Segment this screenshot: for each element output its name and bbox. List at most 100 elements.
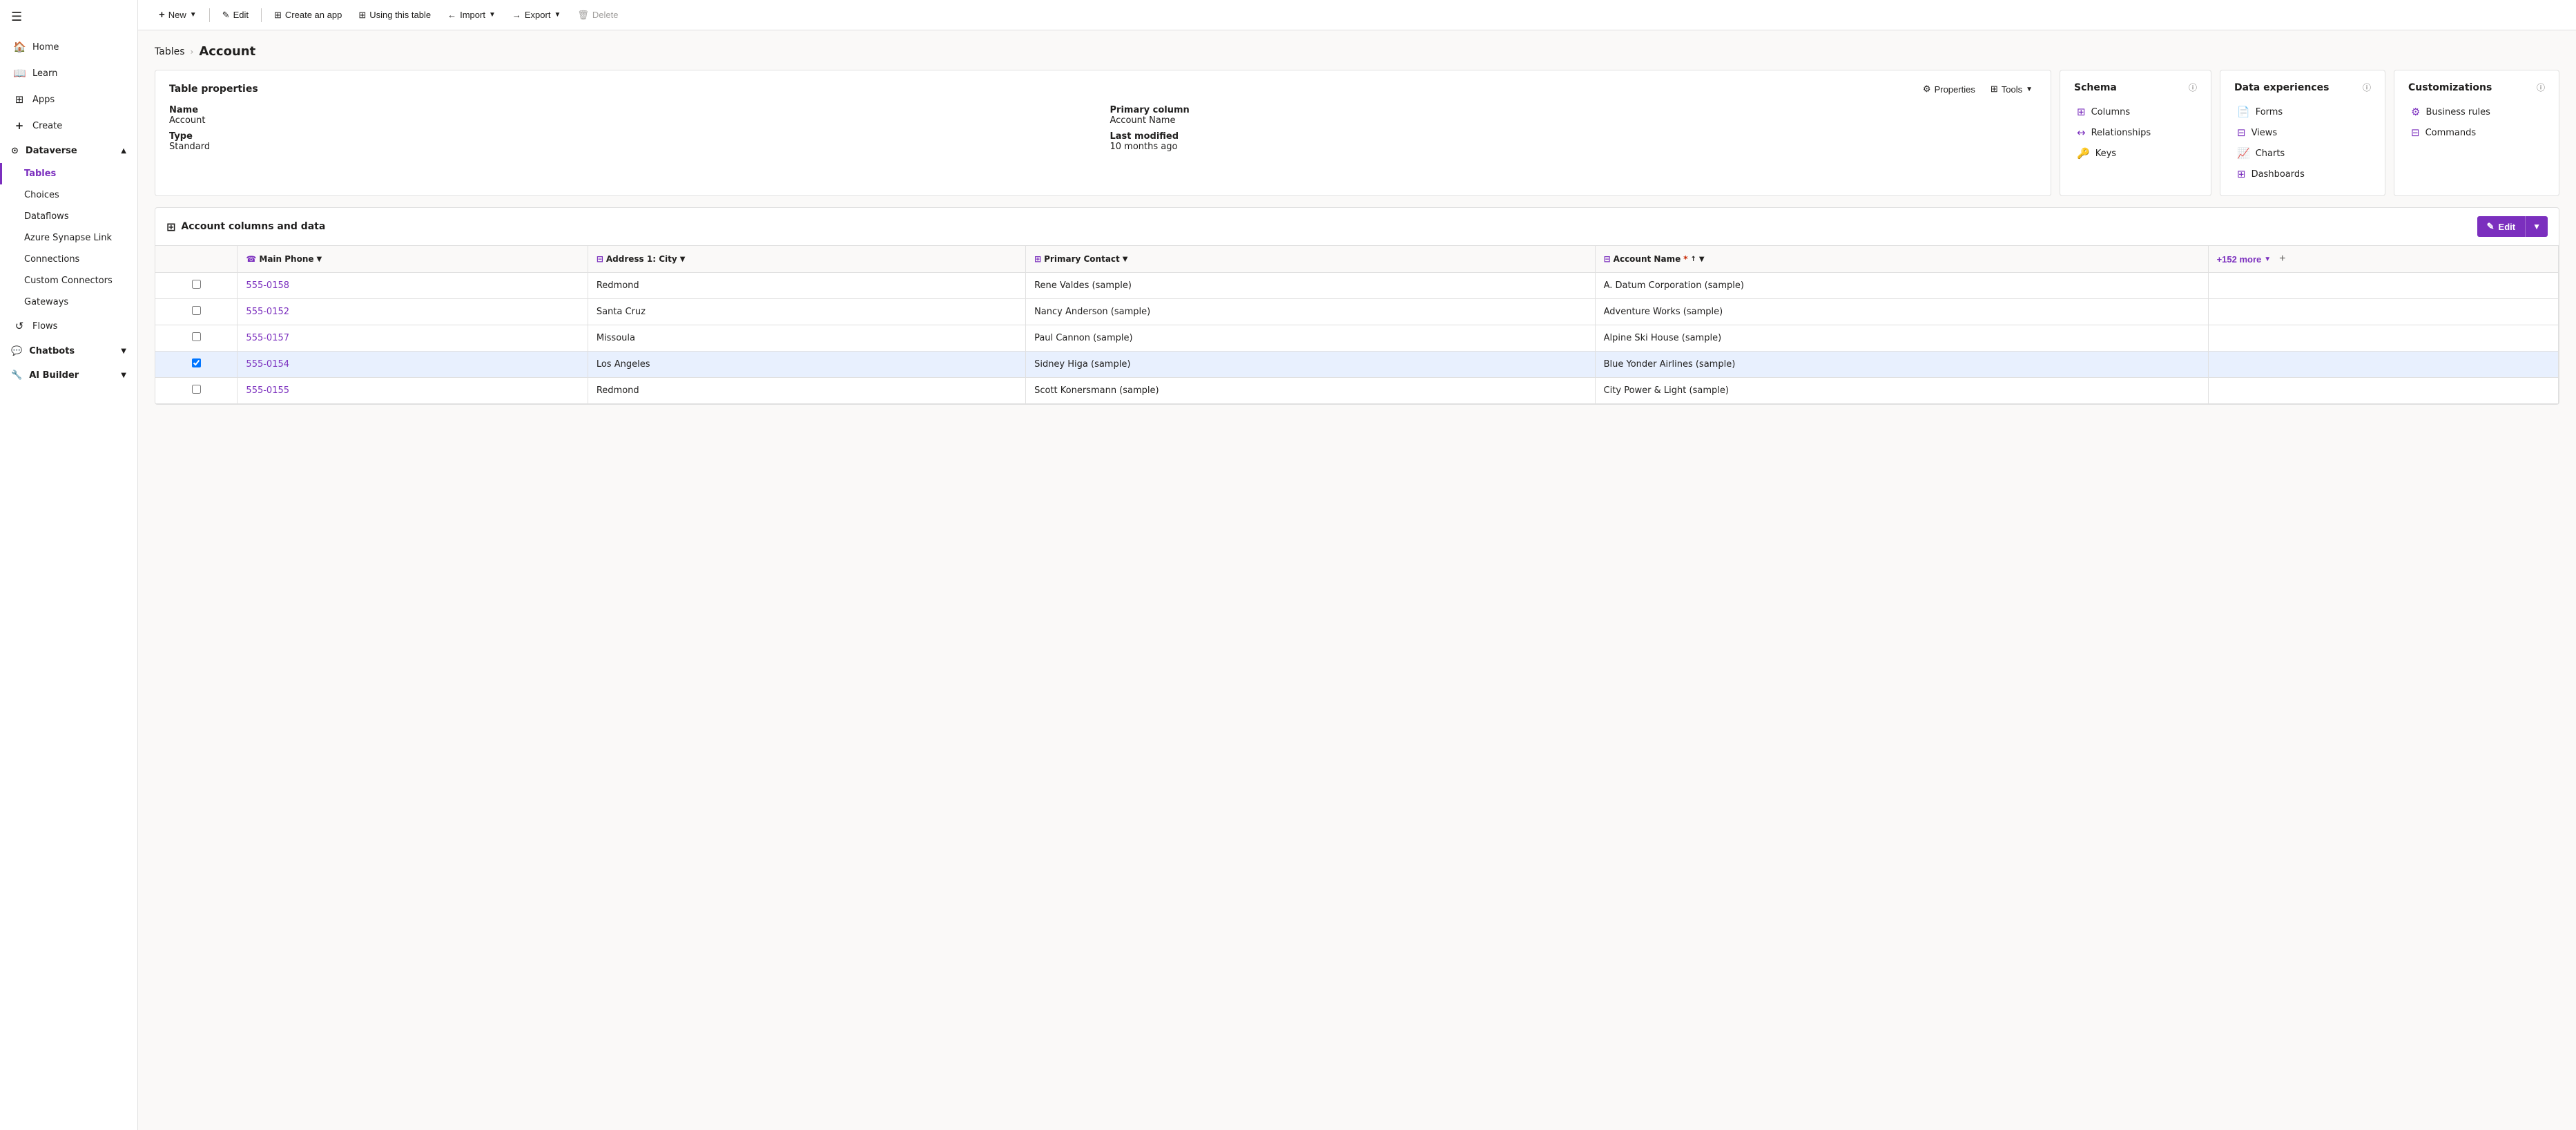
th-main-phone[interactable]: ☎ Main Phone ▼	[238, 246, 588, 273]
schema-link-relationships[interactable]: ↔ Relationships	[2074, 122, 2197, 143]
new-dropdown-icon: ▼	[190, 11, 197, 19]
sidebar-sub-item-dataflows[interactable]: Dataflows	[0, 206, 137, 227]
row-checkbox-cell[interactable]	[155, 325, 238, 352]
import-button[interactable]: ← Import ▼	[440, 6, 503, 23]
row-city: Los Angeles	[588, 352, 1025, 378]
using-this-table-button[interactable]: ⊞ Using this table	[351, 6, 438, 24]
custom-header: Customizations ⓘ	[2408, 82, 2545, 93]
sidebar-item-label: Learn	[32, 68, 57, 79]
row-checkbox-cell[interactable]	[155, 378, 238, 404]
sidebar-sub-item-tables[interactable]: Tables	[0, 163, 137, 184]
schema-link-columns[interactable]: ⊞ Columns	[2074, 102, 2197, 122]
sidebar-item-flows[interactable]: ↺ Flows	[0, 313, 137, 339]
data-exp-link-views[interactable]: ⊟ Views	[2234, 122, 2371, 143]
sidebar-sub-item-gateways[interactable]: Gateways	[0, 291, 137, 313]
account-data-section: ⊞ Account columns and data ✎ Edit ▼	[155, 207, 2559, 405]
row-main-phone[interactable]: 555-0158	[238, 273, 588, 299]
create-icon: +	[13, 119, 26, 132]
row-checkbox-cell[interactable]	[155, 352, 238, 378]
main-content: + New ▼ ✎ Edit ⊞ Create an app ⊞ Using t…	[138, 0, 2576, 1130]
row-checkbox-cell[interactable]	[155, 273, 238, 299]
row-primary-contact: Paul Cannon (sample)	[1026, 325, 1596, 352]
phone-link[interactable]: 555-0157	[246, 333, 289, 343]
views-label: Views	[2251, 128, 2278, 138]
edit-button[interactable]: ✎ Edit	[215, 6, 255, 24]
th-primary-contact[interactable]: ⊞ Primary Contact ▼	[1026, 246, 1596, 273]
add-column-button[interactable]: +	[2276, 253, 2288, 265]
row-main-phone[interactable]: 555-0155	[238, 378, 588, 404]
account-col-dropdown-icon[interactable]: ▼	[1699, 256, 1705, 263]
sidebar-sub-item-custom-connectors[interactable]: Custom Connectors	[0, 270, 137, 291]
custom-link-business-rules[interactable]: ⚙ Business rules	[2408, 102, 2545, 122]
row-checkbox[interactable]	[192, 358, 201, 367]
sidebar-item-ai-builder[interactable]: 🔧 AI Builder ▼	[0, 363, 137, 387]
last-modified-label: Last modified	[1110, 131, 2037, 142]
phone-link[interactable]: 555-0154	[246, 359, 289, 370]
custom-link-commands[interactable]: ⊟ Commands	[2408, 122, 2545, 143]
phone-col-dropdown-icon[interactable]: ▼	[317, 256, 322, 263]
views-icon: ⊟	[2237, 126, 2246, 139]
sidebar-sub-item-choices[interactable]: Choices	[0, 184, 137, 206]
using-this-table-label: Using this table	[369, 10, 431, 20]
phone-link[interactable]: 555-0155	[246, 385, 289, 396]
th-address-city[interactable]: ⊟ Address 1: City ▼	[588, 246, 1025, 273]
data-experiences-card: Data experiences ⓘ 📄 Forms ⊟ Views 📈 Cha…	[2220, 70, 2385, 196]
sidebar-item-learn[interactable]: 📖 Learn	[0, 60, 137, 86]
row-main-phone[interactable]: 555-0154	[238, 352, 588, 378]
th-account-name[interactable]: ⊟ Account Name * ↑ ▼	[1595, 246, 2208, 273]
custom-info-icon: ⓘ	[2537, 82, 2545, 93]
table-row: 555-0155RedmondScott Konersmann (sample)…	[155, 378, 2559, 404]
phone-col-label: Main Phone	[259, 254, 313, 264]
hamburger-button[interactable]: ☰	[0, 0, 137, 34]
phone-link[interactable]: 555-0158	[246, 280, 289, 291]
schema-link-keys[interactable]: 🔑 Keys	[2074, 143, 2197, 164]
sidebar-item-apps[interactable]: ⊞ Apps	[0, 86, 137, 113]
sidebar-sub-item-azure-synapse[interactable]: Azure Synapse Link	[0, 227, 137, 249]
table-edit-dropdown-button[interactable]: ▼	[2525, 216, 2548, 237]
sidebar-item-create[interactable]: + Create	[0, 113, 137, 139]
row-checkbox-cell[interactable]	[155, 299, 238, 325]
sidebar-item-home[interactable]: 🏠 Home	[0, 34, 137, 60]
row-checkbox[interactable]	[192, 280, 201, 289]
tools-button[interactable]: ⊞ Tools ▼	[1986, 82, 2037, 97]
th-more-cols: +152 more ▼ +	[2208, 246, 2558, 273]
data-exp-title: Data experiences	[2234, 82, 2329, 93]
azure-synapse-label: Azure Synapse Link	[24, 233, 112, 243]
city-col-dropdown-icon[interactable]: ▼	[680, 256, 686, 263]
row-account-name: Alpine Ski House (sample)	[1595, 325, 2208, 352]
breadcrumb-separator: ›	[191, 47, 194, 57]
create-app-button[interactable]: ⊞ Create an app	[267, 6, 349, 24]
new-button[interactable]: + New ▼	[152, 6, 204, 24]
th-checkbox	[155, 246, 238, 273]
data-exp-link-forms[interactable]: 📄 Forms	[2234, 102, 2371, 122]
sidebar-section-dataverse[interactable]: ⊙ Dataverse ▲	[0, 139, 137, 163]
create-app-icon: ⊞	[274, 10, 282, 21]
more-columns-button[interactable]: +152 more ▼	[2217, 254, 2272, 265]
sidebar-item-label: Home	[32, 42, 59, 52]
data-exp-link-dashboards[interactable]: ⊞ Dashboards	[2234, 164, 2371, 184]
breadcrumb: Tables › Account	[155, 44, 2559, 59]
export-button[interactable]: → Export ▼	[505, 6, 568, 23]
properties-button[interactable]: ⚙ Properties	[1919, 82, 1979, 97]
contact-col-dropdown-icon[interactable]: ▼	[1123, 256, 1128, 263]
table-header-row: ☎ Main Phone ▼ ⊟ Address 1: City ▼	[155, 246, 2559, 273]
row-main-phone[interactable]: 555-0152	[238, 299, 588, 325]
table-edit-button[interactable]: ✎ Edit	[2477, 216, 2525, 237]
row-account-name: City Power & Light (sample)	[1595, 378, 2208, 404]
data-exp-link-charts[interactable]: 📈 Charts	[2234, 143, 2371, 164]
phone-link[interactable]: 555-0152	[246, 307, 289, 317]
row-checkbox[interactable]	[192, 385, 201, 394]
row-city: Redmond	[588, 378, 1025, 404]
delete-button[interactable]: 🗑 Delete	[570, 6, 625, 24]
business-rules-label: Business rules	[2425, 107, 2490, 117]
chevron-down-icon-2: ▼	[121, 372, 126, 379]
sidebar-sub-item-connections[interactable]: Connections	[0, 249, 137, 270]
table-properties-card: Table properties ⚙ Properties ⊞ Tools ▼	[155, 70, 2051, 196]
row-extra-cols	[2208, 378, 2558, 404]
relationships-label: Relationships	[2091, 128, 2151, 138]
row-checkbox[interactable]	[192, 332, 201, 341]
sidebar-item-chatbots[interactable]: 💬 Chatbots ▼	[0, 339, 137, 363]
row-main-phone[interactable]: 555-0157	[238, 325, 588, 352]
row-checkbox[interactable]	[192, 306, 201, 315]
breadcrumb-parent[interactable]: Tables	[155, 46, 185, 57]
